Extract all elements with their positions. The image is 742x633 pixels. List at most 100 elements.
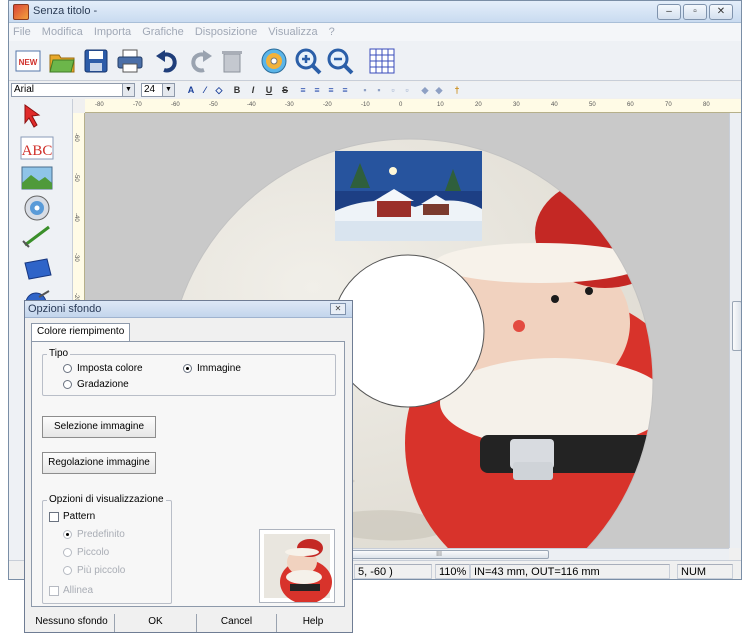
- svg-text:ABC: ABC: [22, 143, 53, 159]
- ruler-tick-label: 0: [399, 102, 403, 108]
- rectangle-icon: [24, 258, 52, 280]
- cd-button[interactable]: [259, 47, 289, 75]
- ruler-tick-label: -30: [73, 253, 79, 262]
- radio-piu-piccolo[interactable]: Più piccolo: [63, 565, 125, 576]
- menu-grafiche[interactable]: Grafiche: [138, 23, 188, 38]
- rectangle-tool[interactable]: [19, 255, 55, 285]
- status-disc-size: IN=43 mm, OUT=116 mm: [470, 564, 670, 579]
- align-left-icon[interactable]: ≡: [297, 84, 309, 96]
- undo-button[interactable]: [153, 47, 183, 75]
- redo-button[interactable]: [185, 47, 215, 75]
- flip-vertical-icon[interactable]: ◆: [433, 84, 445, 96]
- cd-tool[interactable]: [19, 193, 55, 223]
- font-select[interactable]: Arial ▼: [11, 83, 135, 97]
- tab-fill-color[interactable]: Colore riempimento: [31, 323, 131, 341]
- pin-icon[interactable]: †: [451, 84, 463, 96]
- ruler-tick-label: 20: [475, 102, 482, 108]
- open-button[interactable]: [47, 47, 77, 75]
- print-button[interactable]: [115, 47, 145, 75]
- ruler-tick-label: 70: [665, 102, 672, 108]
- radio-immagine[interactable]: Immagine: [183, 363, 241, 374]
- line-color-icon[interactable]: ⁄: [199, 84, 211, 96]
- image-icon: [21, 166, 53, 190]
- text-color-icon[interactable]: A: [185, 84, 197, 96]
- dialog-close-button[interactable]: ✕: [330, 303, 346, 315]
- fill-color-icon[interactable]: ◇: [213, 84, 225, 96]
- radio-gradazione[interactable]: Gradazione: [63, 379, 129, 390]
- strikethrough-button[interactable]: S: [279, 84, 291, 96]
- line-tool[interactable]: [19, 223, 55, 253]
- menu-disposizione[interactable]: Disposizione: [191, 23, 261, 38]
- ruler-tick-label: 50: [589, 102, 596, 108]
- new-document-icon: NEW: [15, 50, 41, 72]
- radio-imposta-colore-label: Imposta colore: [77, 363, 143, 374]
- maximize-button[interactable]: ▫: [683, 4, 707, 20]
- ungroup-icon[interactable]: ▫: [401, 84, 413, 96]
- menu-help[interactable]: ?: [325, 23, 339, 38]
- align-center-icon[interactable]: ≡: [311, 84, 323, 96]
- cancel-button[interactable]: Cancel: [197, 614, 277, 632]
- radio-imposta-colore[interactable]: Imposta colore: [63, 363, 143, 374]
- menu-importa[interactable]: Importa: [90, 23, 135, 38]
- save-button[interactable]: [81, 47, 111, 75]
- tipo-label: Tipo: [47, 348, 71, 359]
- delete-button[interactable]: [217, 47, 247, 75]
- radio-piccolo-label: Piccolo: [77, 547, 110, 558]
- image-preview: [259, 529, 335, 604]
- minimize-button[interactable]: –: [657, 4, 681, 20]
- italic-button[interactable]: I: [247, 84, 259, 96]
- underline-button[interactable]: U: [263, 84, 275, 96]
- allinea-checkbox[interactable]: Allinea: [49, 585, 93, 596]
- flip-horizontal-icon[interactable]: ◆: [419, 84, 431, 96]
- radio-predefinito[interactable]: Predefinito: [63, 529, 125, 540]
- zoom-out-icon: [327, 48, 354, 75]
- radio-selected-icon: [183, 364, 192, 373]
- send-back-icon[interactable]: ▪: [373, 84, 385, 96]
- status-numlock: NUM: [677, 564, 733, 579]
- main-toolbar: NEW: [9, 41, 741, 81]
- close-button[interactable]: ✕: [709, 4, 733, 20]
- vertical-scrollbar[interactable]: [729, 113, 741, 548]
- justify-icon[interactable]: ≡: [339, 84, 351, 96]
- menu-visualizza[interactable]: Visualizza: [264, 23, 321, 38]
- size-select-value: 24: [144, 84, 156, 95]
- no-background-button[interactable]: Nessuno sfondo: [29, 614, 115, 632]
- select-tool[interactable]: [19, 101, 55, 131]
- chevron-down-icon: ▼: [162, 84, 174, 96]
- ruler-tick-label: -20: [323, 102, 332, 108]
- help-button[interactable]: Help: [277, 614, 349, 632]
- zoom-out-button[interactable]: [325, 47, 355, 75]
- bold-button[interactable]: B: [231, 84, 243, 96]
- ruler-tick-label: -50: [209, 102, 218, 108]
- group-icon[interactable]: ▫: [387, 84, 399, 96]
- checkbox-icon: [49, 512, 59, 522]
- status-coordinates: 5, -60 ): [354, 564, 432, 579]
- radio-icon: [63, 364, 72, 373]
- cd-icon: [261, 48, 287, 74]
- menu-modifica[interactable]: Modifica: [38, 23, 87, 38]
- new-button[interactable]: NEW: [13, 47, 43, 75]
- select-image-button[interactable]: Selezione immagine: [42, 416, 156, 438]
- horizontal-scroll-thumb[interactable]: III: [329, 550, 549, 559]
- app-icon: [13, 4, 29, 20]
- dialog-title-bar: Opzioni sfondo ✕: [25, 301, 352, 318]
- adjust-image-button[interactable]: Regolazione immagine: [42, 452, 156, 474]
- bring-front-icon[interactable]: ▪: [359, 84, 371, 96]
- menu-file[interactable]: File: [9, 23, 35, 38]
- font-select-value: Arial: [14, 84, 35, 95]
- tipo-group: Tipo Imposta colore Gradazione Immagine: [42, 348, 336, 396]
- zoom-in-button[interactable]: [293, 47, 323, 75]
- arrow-pointer-icon: [24, 104, 41, 128]
- allinea-label: Allinea: [63, 585, 94, 596]
- text-tool[interactable]: ABC: [19, 133, 55, 163]
- image-tool[interactable]: [19, 163, 55, 193]
- horizontal-scrollbar[interactable]: III: [289, 548, 729, 560]
- winter-picture[interactable]: [335, 151, 482, 241]
- align-right-icon[interactable]: ≡: [325, 84, 337, 96]
- radio-piccolo[interactable]: Piccolo: [63, 547, 109, 558]
- size-select[interactable]: 24 ▼: [141, 83, 175, 97]
- grid-button[interactable]: [367, 47, 397, 75]
- ok-button[interactable]: OK: [115, 614, 197, 632]
- vertical-scroll-thumb[interactable]: [732, 301, 741, 351]
- pattern-checkbox[interactable]: Pattern: [49, 511, 95, 522]
